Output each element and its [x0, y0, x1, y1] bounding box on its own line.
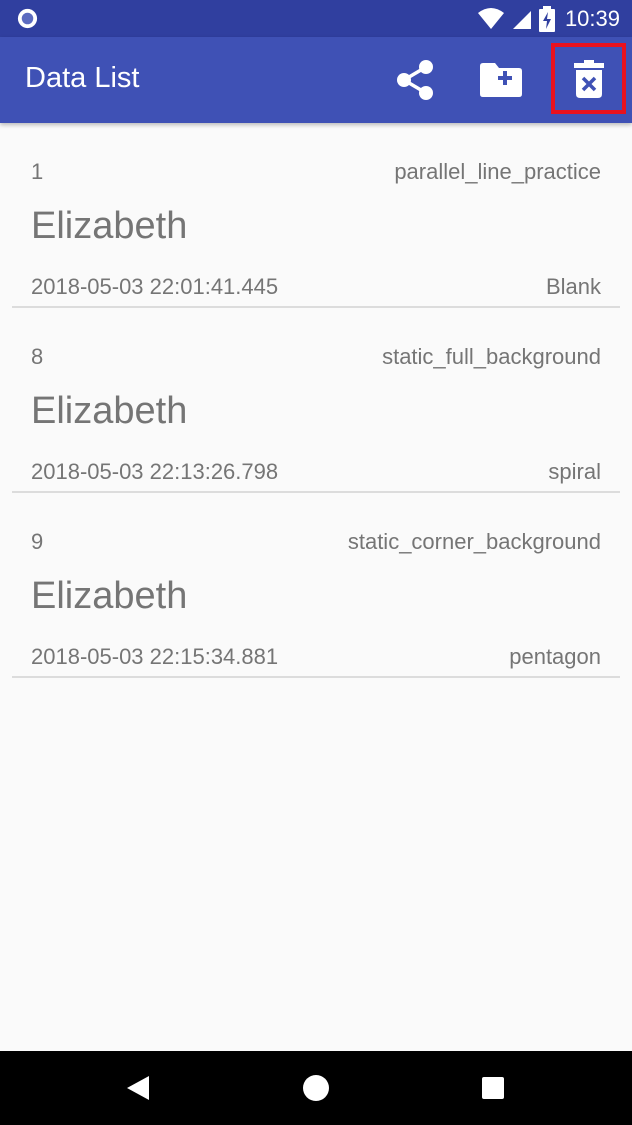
- home-icon: [303, 1075, 329, 1101]
- page-title: Data List: [25, 62, 140, 94]
- item-name: Elizabeth: [31, 205, 188, 247]
- recents-button[interactable]: [443, 1051, 543, 1125]
- recents-icon: [482, 1077, 504, 1099]
- status-bar: 10:39: [0, 0, 632, 37]
- item-timestamp: 2018-05-03 22:15:34.881: [31, 644, 279, 669]
- item-id: 9: [31, 529, 44, 554]
- back-icon: [127, 1076, 149, 1100]
- status-icons: 10:39: [477, 0, 620, 37]
- item-timestamp: 2018-05-03 22:13:26.798: [31, 459, 279, 484]
- item-type: static_full_background: [382, 344, 601, 369]
- create-folder-button[interactable]: [461, 37, 541, 123]
- notification-circle-icon: [17, 8, 38, 29]
- wifi-icon: [477, 7, 504, 29]
- screen: 10:39 Data List 1 parallel_line_practice…: [0, 0, 632, 1125]
- app-bar: Data List: [0, 37, 632, 123]
- item-type: static_corner_background: [347, 529, 601, 554]
- trash-x-icon: [573, 59, 604, 98]
- item-id: 8: [31, 344, 44, 369]
- list-item[interactable]: 8 static_full_background Elizabeth 2018-…: [12, 308, 620, 493]
- battery-charging-icon: [538, 5, 555, 32]
- data-list: 1 parallel_line_practice Elizabeth 2018-…: [0, 123, 632, 678]
- share-button[interactable]: [375, 37, 455, 123]
- navigation-bar: [0, 1051, 632, 1125]
- item-shape: Blank: [545, 274, 601, 299]
- cell-signal-icon: [512, 10, 531, 29]
- delete-button[interactable]: [551, 43, 626, 114]
- list-item[interactable]: 9 static_corner_background Elizabeth 201…: [12, 493, 620, 678]
- home-button[interactable]: [266, 1051, 366, 1125]
- folder-plus-icon: [480, 63, 522, 97]
- share-icon: [397, 60, 433, 100]
- status-time: 10:39: [564, 5, 620, 31]
- item-shape: pentagon: [509, 644, 601, 669]
- item-name: Elizabeth: [31, 390, 188, 432]
- list-item[interactable]: 1 parallel_line_practice Elizabeth 2018-…: [12, 123, 620, 308]
- back-button[interactable]: [88, 1051, 188, 1125]
- item-timestamp: 2018-05-03 22:01:41.445: [31, 274, 279, 299]
- item-type: parallel_line_practice: [394, 159, 601, 184]
- item-shape: spiral: [548, 459, 601, 484]
- item-id: 1: [31, 159, 44, 184]
- item-name: Elizabeth: [31, 575, 188, 617]
